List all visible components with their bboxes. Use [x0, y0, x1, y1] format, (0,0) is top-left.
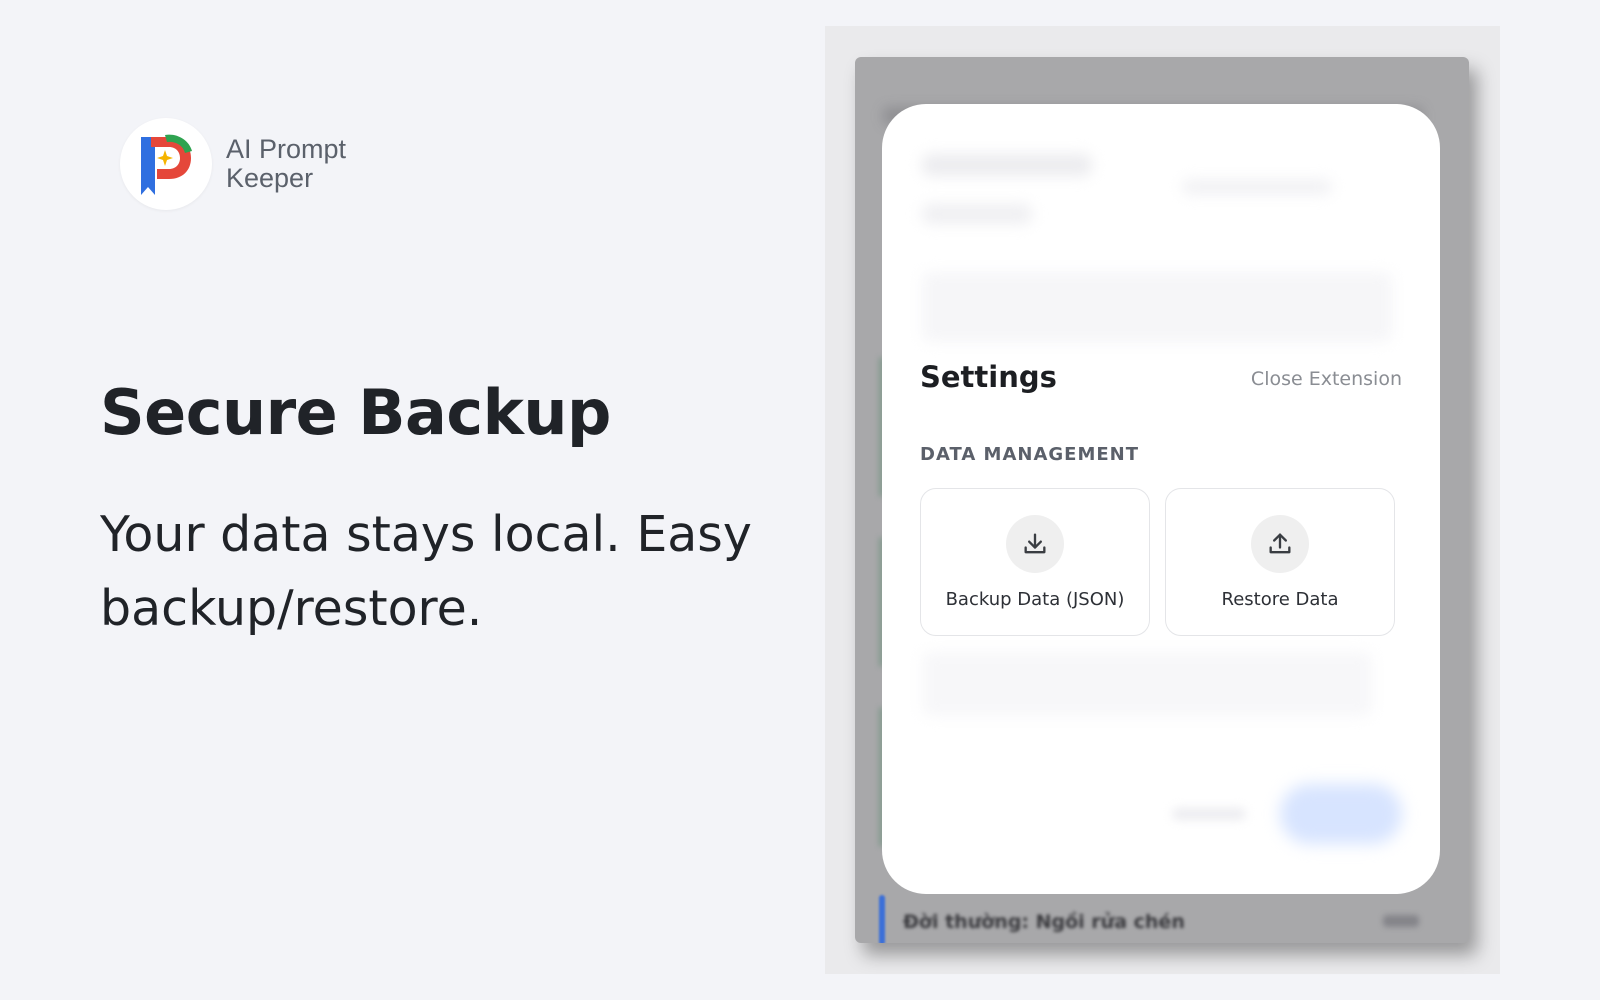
background-prompt-row: Đời thường: Ngồi rửa chén	[903, 911, 1185, 933]
restore-data-label: Restore Data	[1221, 589, 1339, 610]
upload-icon	[1251, 515, 1309, 573]
settings-modal: Settings Close Extension DATA MANAGEMENT…	[882, 104, 1440, 894]
blurred-subheading	[922, 204, 1032, 224]
blurred-row-meta	[1383, 915, 1419, 927]
restore-data-button[interactable]: Restore Data	[1165, 488, 1395, 636]
download-icon	[1006, 515, 1064, 573]
row-accent	[879, 895, 885, 943]
backup-data-button[interactable]: Backup Data (JSON)	[920, 488, 1150, 636]
blurred-field	[922, 272, 1392, 342]
blurred-cancel-button	[1172, 808, 1246, 820]
brand-name: AI Prompt Keeper	[226, 135, 376, 193]
blurred-save-button	[1280, 784, 1402, 844]
logo-icon	[141, 134, 192, 195]
settings-title: Settings	[920, 360, 1057, 394]
blurred-field	[922, 652, 1372, 716]
brand-name-line2: Keeper	[226, 163, 314, 193]
backup-data-label: Backup Data (JSON)	[945, 589, 1125, 610]
ai-prompt-keeper-logo	[120, 118, 212, 210]
close-extension-link[interactable]: Close Extension	[1251, 368, 1402, 390]
blurred-meta	[1182, 180, 1332, 194]
blurred-heading	[922, 154, 1092, 176]
brand-name-line1: AI Prompt	[226, 134, 347, 164]
hero-subtitle: Your data stays local. Easy backup/resto…	[100, 506, 752, 637]
hero-title: Secure Backup	[100, 376, 611, 449]
data-management-label: DATA MANAGEMENT	[920, 444, 1140, 465]
brand: AI Prompt Keeper	[120, 118, 376, 210]
